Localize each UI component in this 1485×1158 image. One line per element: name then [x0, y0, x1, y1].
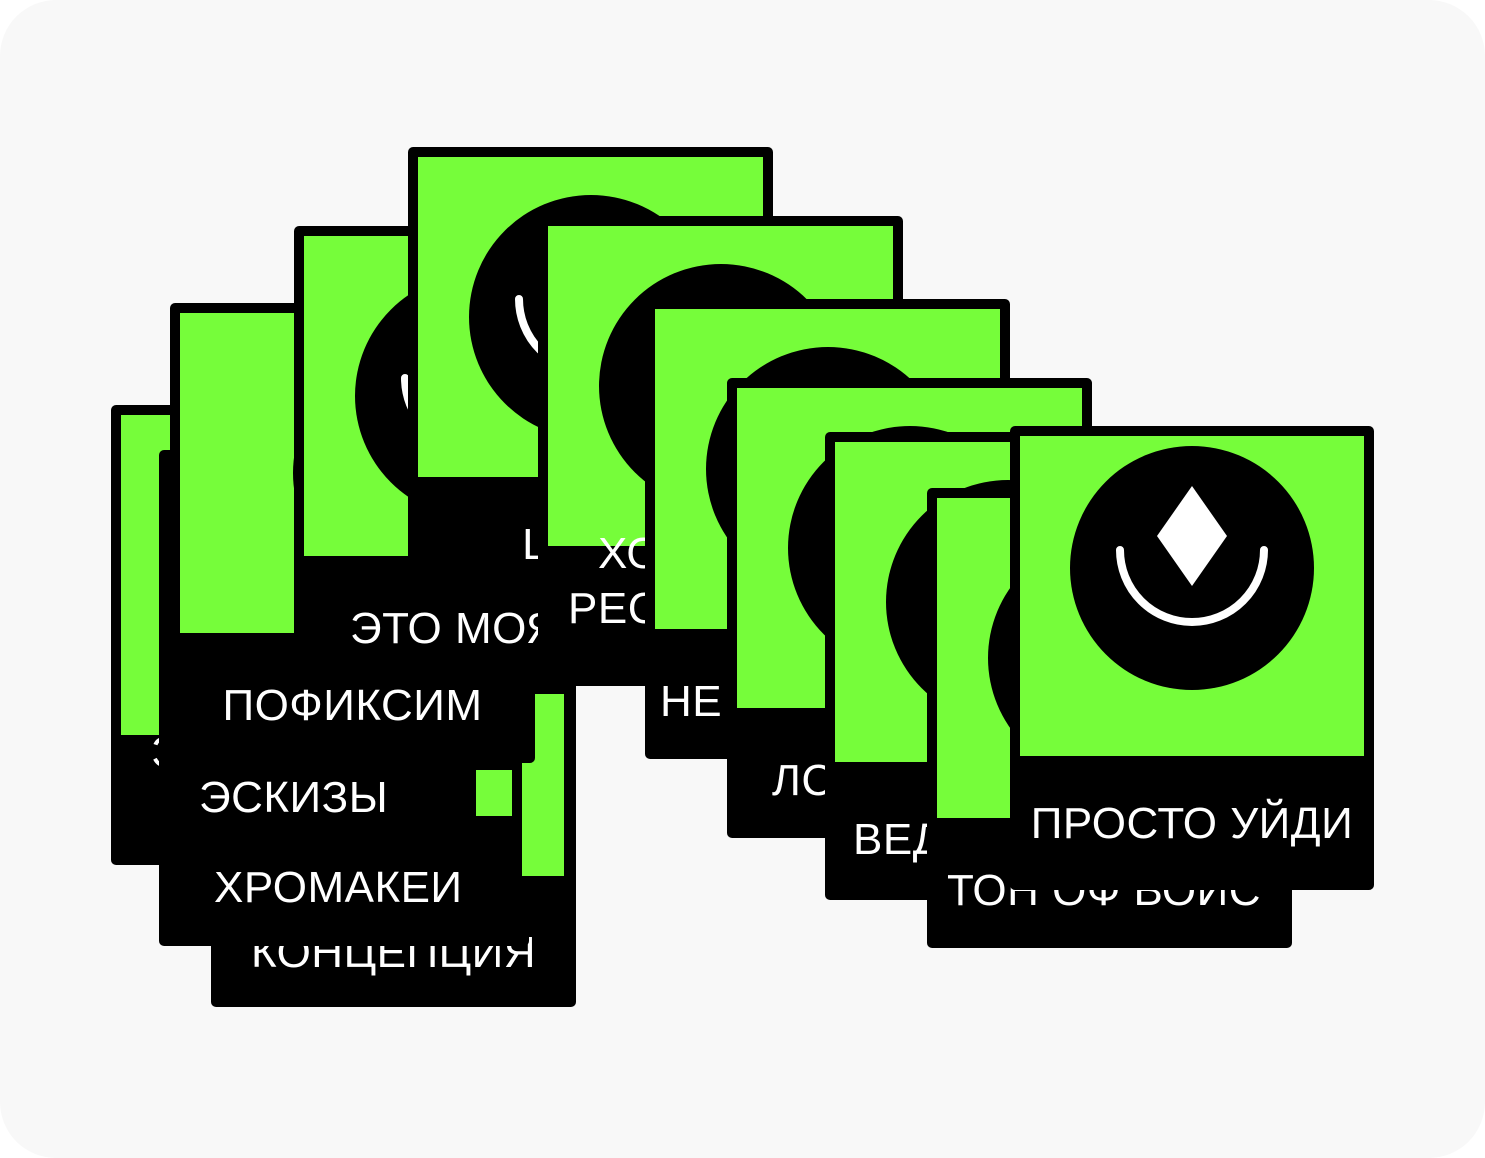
sticker-top — [1020, 436, 1364, 756]
sticker-card-front: ПРОСТО УЙДИ — [1010, 426, 1374, 890]
sticker-label: ПОФИКСИМ — [222, 681, 483, 730]
green-block — [476, 770, 512, 816]
sticker-label: ЭСКИЗЫ — [199, 773, 389, 822]
smiling-face-icon — [1070, 446, 1314, 690]
diamond-icon — [1157, 486, 1227, 586]
sticker-label: ХРОМАКЕИ — [214, 863, 463, 912]
sticker-label: ПРОСТО УЙДИ — [1030, 799, 1354, 848]
